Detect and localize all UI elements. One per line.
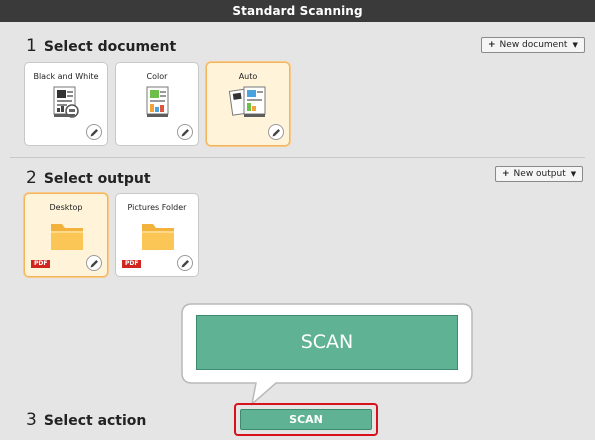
scan-callout-bubble bbox=[181, 303, 473, 406]
section-title-text: Select action bbox=[43, 413, 147, 429]
section-number: 3 bbox=[26, 410, 37, 430]
standard-scanning-window: Standard Scanning 1 Select document + New … bbox=[0, 0, 595, 440]
section-select-action-title: 3 Select action bbox=[26, 410, 146, 430]
callout-scan-button: SCAN bbox=[196, 315, 458, 370]
scan-button[interactable]: SCAN bbox=[240, 409, 372, 430]
